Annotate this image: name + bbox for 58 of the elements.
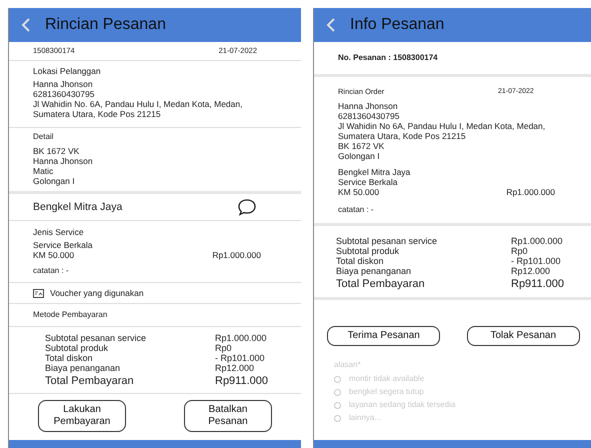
section-heading: Lokasi Pelanggan [33, 66, 102, 76]
summary-label: Subtotal produk [45, 343, 108, 353]
summary-value: - Rp101.000 [511, 256, 562, 266]
service-price: Rp1.000.000 [506, 187, 555, 197]
action-button[interactable]: Terima Pesanan [327, 326, 440, 346]
action-button[interactable]: Lakukan Pembayaran [38, 400, 126, 432]
total-label: Total Pembayaran [336, 278, 425, 291]
summary-value: Rp0 [215, 343, 233, 353]
workshop-name: Bengkel Mitra Jaya [33, 200, 122, 214]
screen-title: Rincian Pesanan [45, 16, 166, 34]
detail-line: BK 1672 VK [33, 146, 80, 156]
action-button[interactable]: Batalkan Pesanan [184, 400, 272, 432]
voucher-icon [33, 288, 44, 298]
total-value: Rp911.000 [215, 375, 270, 388]
detail-line: Hanna Jhonson [33, 156, 94, 166]
total-value: Rp911.000 [511, 278, 566, 291]
service-km: KM 50.000 [338, 187, 380, 197]
order-detail-line: BK 1672 VK [338, 141, 386, 151]
summary-label: Total diskon [45, 353, 93, 363]
note-text: catatan : - [33, 266, 70, 276]
summary-label: Biaya penanganan [45, 363, 120, 373]
service-price: Rp1.000.000 [212, 250, 261, 260]
summary-label: Total diskon [336, 256, 384, 266]
service-km: KM 50.000 [33, 250, 74, 260]
order-detail-line: 6281360430795 [338, 111, 400, 121]
summary-value: Rp1.000.000 [511, 236, 564, 246]
action-button[interactable]: Tolak Pesanan [466, 326, 580, 346]
section-heading: Detail [33, 132, 54, 142]
order-detail-line: Golongan I [338, 151, 381, 161]
voucher-link[interactable]: Voucher yang digunakan [50, 288, 144, 298]
summary-value: Rp12.000 [215, 363, 256, 373]
address-line: Hanna Jhonson [33, 79, 94, 89]
summary-value: Rp1.000.000 [215, 333, 268, 343]
summary-value: Rp0 [511, 246, 529, 256]
workshop-line: Bengkel Mitra Jaya [338, 167, 412, 177]
summary-label: Biaya penanganan [336, 266, 412, 276]
total-label: Total Pembayaran [45, 375, 134, 388]
back-icon[interactable] [21, 18, 31, 32]
order-detail-line: Jl Wahidin No 6A, Pandau Hulu I, Medan Kota, Medan, Sumatera Utara, Kode Pos 21215 [338, 121, 546, 141]
order-detail-line: Hanna Jhonson [338, 101, 399, 111]
chat-icon[interactable] [237, 198, 257, 216]
section-heading: Jenis Service [33, 227, 85, 237]
address-line: 6281360430795 [33, 89, 96, 99]
screen-title: Info Pesanan [350, 16, 444, 34]
address-line: Jl Wahidin No. 6A, Pandau Hulu I, Medan Kota, Medan, Sumatera Utara, Kode Pos 21215 [33, 99, 244, 119]
summary-label: Subtotal produk [336, 246, 400, 256]
note-text: catatan : - [338, 205, 375, 215]
order-number: No. Pesanan : 1508300174 [338, 53, 439, 63]
detail-line: Golongan I [33, 176, 76, 186]
summary-value: - Rp101.000 [215, 353, 266, 363]
summary-label: Subtotal pesanan service [336, 236, 438, 246]
payment-method[interactable]: Metode Pembayaran [33, 310, 277, 320]
detail-line: Matic [33, 166, 54, 176]
summary-value: Rp12.000 [511, 266, 552, 276]
workshop-line: Service Berkala [338, 177, 399, 187]
summary-label: Subtotal pesanan service [45, 333, 146, 343]
back-icon[interactable] [326, 18, 336, 32]
service-name: Service Berkala [33, 240, 94, 250]
